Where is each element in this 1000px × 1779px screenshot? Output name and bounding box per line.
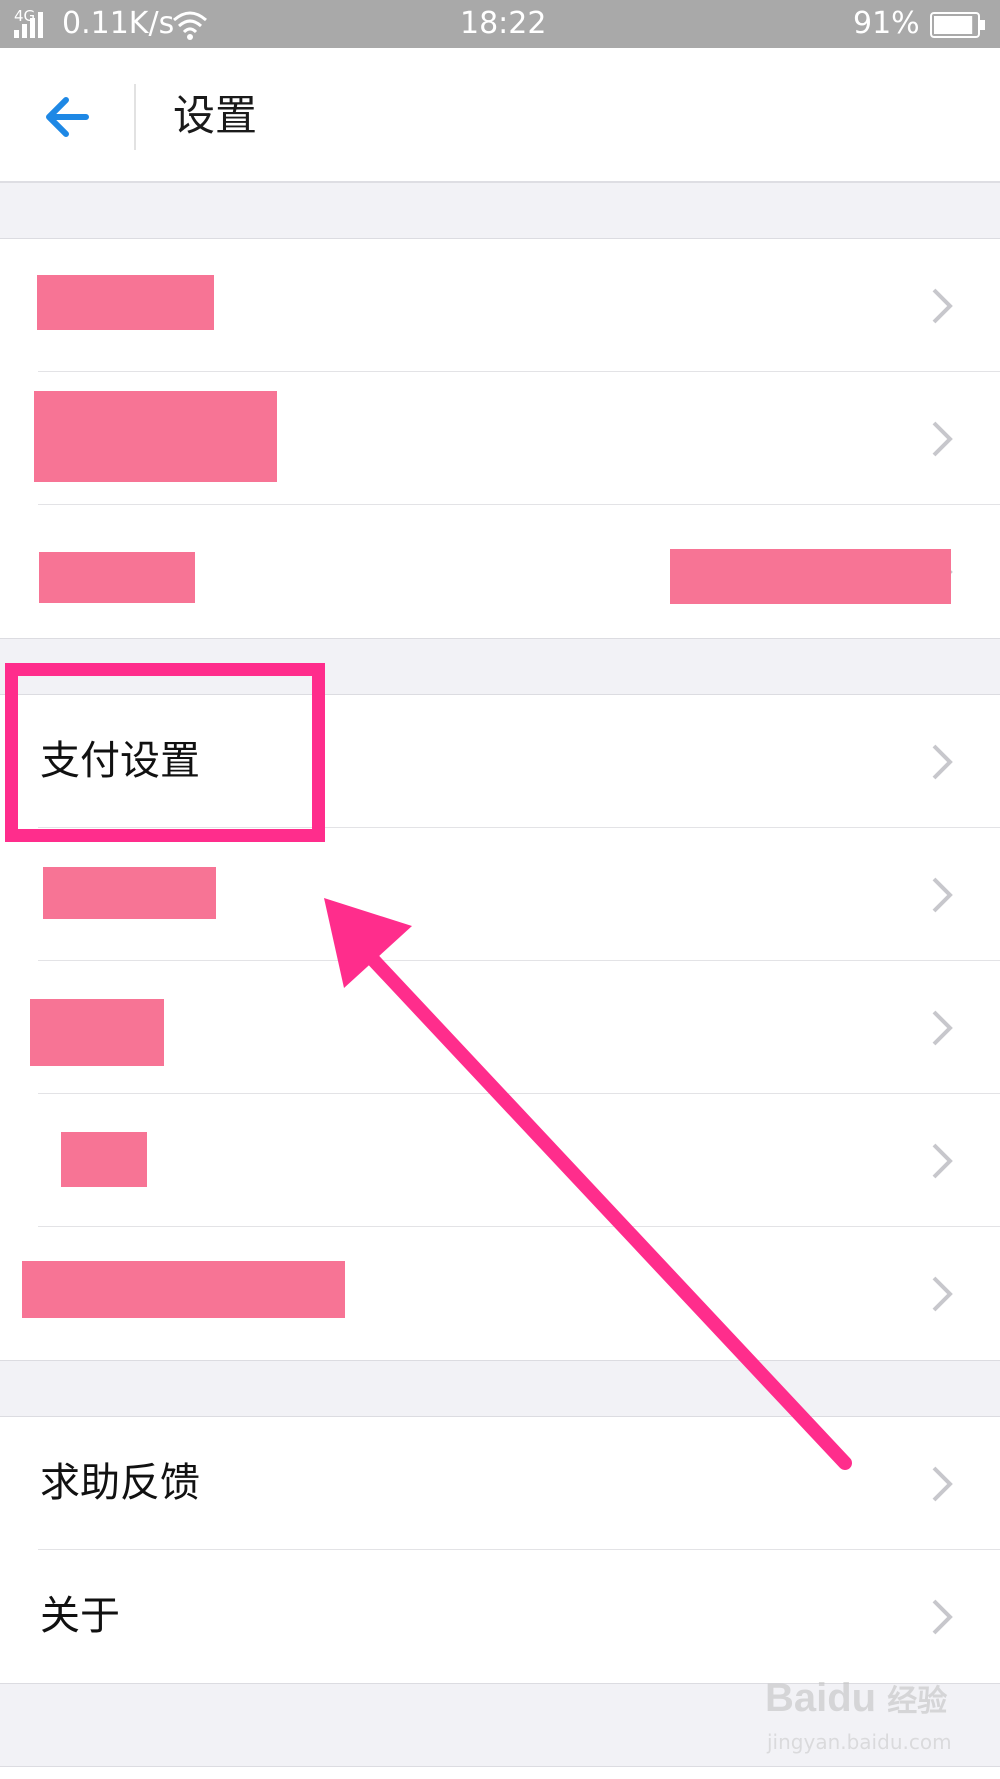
settings-row[interactable] <box>0 1227 1000 1360</box>
settings-row-about[interactable]: 关于 <box>0 1550 1000 1683</box>
battery-percent: 91% <box>853 6 920 41</box>
settings-group-3: 求助反馈 关于 <box>0 1416 1000 1684</box>
chevron-right-icon <box>932 744 953 780</box>
chevron-right-icon <box>932 877 953 913</box>
header-divider <box>134 84 136 150</box>
row-label: 关于 <box>40 1593 120 1639</box>
watermark: Baidu 经验 jingyan.baidu.com <box>765 1668 995 1768</box>
back-arrow-icon[interactable] <box>42 92 92 142</box>
redaction-mask <box>670 549 951 604</box>
page-title: 设置 <box>173 91 258 140</box>
chevron-right-icon <box>932 1599 953 1635</box>
chevron-right-icon <box>932 1466 953 1502</box>
settings-row[interactable] <box>0 1094 1000 1227</box>
settings-row[interactable] <box>0 239 1000 372</box>
network-speed: 0.11K/s <box>62 6 175 41</box>
battery-icon <box>930 12 985 38</box>
redaction-mask <box>39 552 195 603</box>
settings-row[interactable] <box>0 505 1000 638</box>
settings-row[interactable] <box>0 372 1000 505</box>
chevron-right-icon <box>932 1010 953 1046</box>
chevron-right-icon <box>932 421 953 457</box>
redaction-mask <box>30 999 164 1066</box>
chevron-right-icon <box>932 1276 953 1312</box>
status-bar: 4G 0.11K/s 18:22 91% <box>0 0 1000 48</box>
wifi-icon <box>173 11 207 40</box>
row-label: 求助反馈 <box>40 1460 200 1506</box>
redaction-mask <box>22 1261 345 1318</box>
watermark-url: jingyan.baidu.com <box>767 1730 952 1754</box>
highlight-box <box>5 663 325 842</box>
chevron-right-icon <box>932 288 953 324</box>
paw-icon: du <box>827 1676 877 1720</box>
redaction-mask <box>43 867 216 919</box>
signal-icon <box>14 12 43 38</box>
watermark-brand: Bai <box>765 1676 828 1720</box>
settings-row[interactable] <box>0 828 1000 961</box>
watermark-brand-cn: 经验 <box>887 1685 948 1718</box>
redaction-mask <box>37 275 214 330</box>
chevron-right-icon <box>932 1143 953 1179</box>
header: 设置 <box>0 48 1000 183</box>
settings-row-help-feedback[interactable]: 求助反馈 <box>0 1417 1000 1550</box>
clock: 18:22 <box>460 6 547 41</box>
settings-group-1 <box>0 238 1000 639</box>
redaction-mask <box>61 1132 147 1187</box>
settings-row[interactable] <box>0 961 1000 1094</box>
redaction-mask <box>34 391 277 482</box>
